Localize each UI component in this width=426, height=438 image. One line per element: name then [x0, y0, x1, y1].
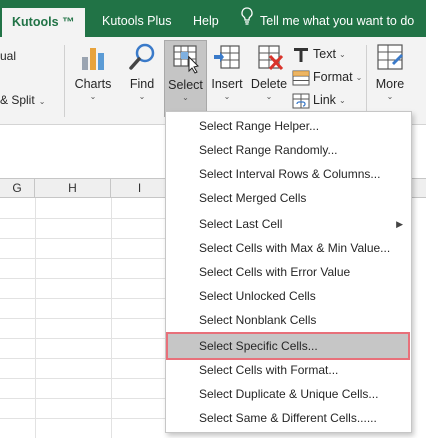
menu-item-select-merged-cells[interactable]: Select Merged Cells	[166, 186, 411, 210]
chevron-down-icon: ⌄	[355, 72, 363, 82]
column-header[interactable]: I	[111, 179, 169, 197]
delete-button[interactable]: Delete ⌄	[248, 41, 290, 117]
chevron-down-icon: ⌄	[38, 97, 46, 106]
tell-me-box[interactable]: Tell me what you want to do	[240, 6, 414, 37]
grid-line	[0, 318, 170, 319]
chevron-down-icon: ⌄	[338, 95, 346, 105]
select-cells-icon	[172, 45, 199, 74]
format-button[interactable]: Format ⌄	[292, 66, 362, 88]
delete-cells-icon	[258, 45, 284, 71]
insert-cells-icon	[214, 45, 240, 69]
menu-item-label: Select Last Cell	[199, 217, 283, 231]
chevron-down-icon: ⌄	[338, 49, 346, 59]
text-button[interactable]: Text ⌄	[292, 43, 346, 65]
ribbon-tab-bar: Kutools ™ Kutools Plus Help Tell me what…	[0, 0, 426, 37]
menu-item-select-last-cell[interactable]: Select Last Cell ▶	[166, 212, 411, 236]
column-header[interactable]: H	[35, 179, 111, 197]
split-label: & Split	[0, 93, 35, 107]
select-button[interactable]: Select ⌄	[164, 40, 207, 117]
menu-item-select-unlocked-cells[interactable]: Select Unlocked Cells	[166, 284, 411, 308]
magnifier-icon	[129, 43, 155, 70]
select-label: Select	[168, 78, 203, 92]
tab-kutools[interactable]: Kutools ™	[2, 8, 85, 37]
submenu-arrow-icon: ▶	[396, 219, 403, 229]
chevron-down-icon: ⌄	[138, 92, 146, 101]
grid-line	[0, 358, 170, 359]
insert-label: Insert	[211, 77, 243, 91]
grid-line	[0, 298, 170, 299]
chevron-down-icon: ⌄	[182, 93, 189, 102]
link-label: Link	[313, 93, 336, 107]
select-dropdown-menu: Select Range Helper... Select Range Rand…	[165, 111, 412, 433]
lightbulb-icon	[240, 6, 254, 37]
tell-me-text: Tell me what you want to do	[260, 14, 415, 28]
menu-item-select-nonblank-cells[interactable]: Select Nonblank Cells	[166, 308, 411, 332]
grid-line	[0, 238, 170, 239]
menu-item-select-error-value[interactable]: Select Cells with Error Value	[166, 260, 411, 284]
menu-item-select-max-min[interactable]: Select Cells with Max & Min Value...	[166, 236, 411, 260]
menu-item-select-same-different[interactable]: Select Same & Different Cells......	[166, 406, 411, 430]
tab-help[interactable]: Help	[183, 6, 229, 37]
tab-kutools-plus[interactable]: Kutools Plus	[92, 6, 181, 37]
grid-line	[0, 398, 170, 399]
text-label: Text	[313, 47, 336, 61]
ribbon-fragment-split[interactable]: & Split ⌄	[0, 93, 45, 107]
group-divider	[64, 45, 65, 117]
grid-line	[0, 278, 170, 279]
menu-item-select-range-helper[interactable]: Select Range Helper...	[166, 114, 411, 138]
insert-button[interactable]: Insert ⌄	[208, 41, 246, 117]
column-header[interactable]: G	[0, 179, 35, 197]
chevron-down-icon: ⌄	[386, 92, 394, 101]
link-icon	[292, 93, 310, 109]
menu-item-select-specific-cells[interactable]: Select Specific Cells...	[166, 332, 410, 360]
more-label: More	[375, 77, 405, 91]
find-button[interactable]: Find ⌄	[122, 41, 162, 117]
menu-item-select-range-randomly[interactable]: Select Range Randomly...	[166, 138, 411, 162]
ribbon-fragment-top[interactable]: ual	[0, 49, 16, 63]
grid-line	[0, 338, 170, 339]
menu-item-select-cells-with-format[interactable]: Select Cells with Format...	[166, 358, 411, 382]
more-tools-icon	[377, 44, 403, 70]
charts-button[interactable]: Charts ⌄	[72, 41, 114, 117]
grid-line	[0, 418, 170, 419]
delete-label: Delete	[250, 77, 288, 91]
grid-line	[0, 258, 170, 259]
format-icon	[292, 70, 310, 86]
menu-item-select-interval-rows-columns[interactable]: Select Interval Rows & Columns...	[166, 162, 411, 186]
link-button[interactable]: Link ⌄	[292, 89, 346, 111]
grid-line	[0, 218, 170, 219]
chevron-down-icon: ⌄	[265, 92, 273, 101]
menu-item-select-duplicate-unique[interactable]: Select Duplicate & Unique Cells...	[166, 382, 411, 406]
charts-label: Charts	[74, 77, 112, 91]
chevron-down-icon: ⌄	[89, 92, 97, 101]
bar-chart-icon	[82, 48, 104, 70]
more-button[interactable]: More ⌄	[370, 41, 410, 117]
group-divider	[366, 45, 367, 117]
find-label: Find	[129, 77, 155, 91]
chevron-down-icon: ⌄	[223, 92, 231, 101]
grid-line	[0, 378, 170, 379]
text-icon	[294, 47, 308, 62]
format-label: Format	[313, 70, 353, 84]
